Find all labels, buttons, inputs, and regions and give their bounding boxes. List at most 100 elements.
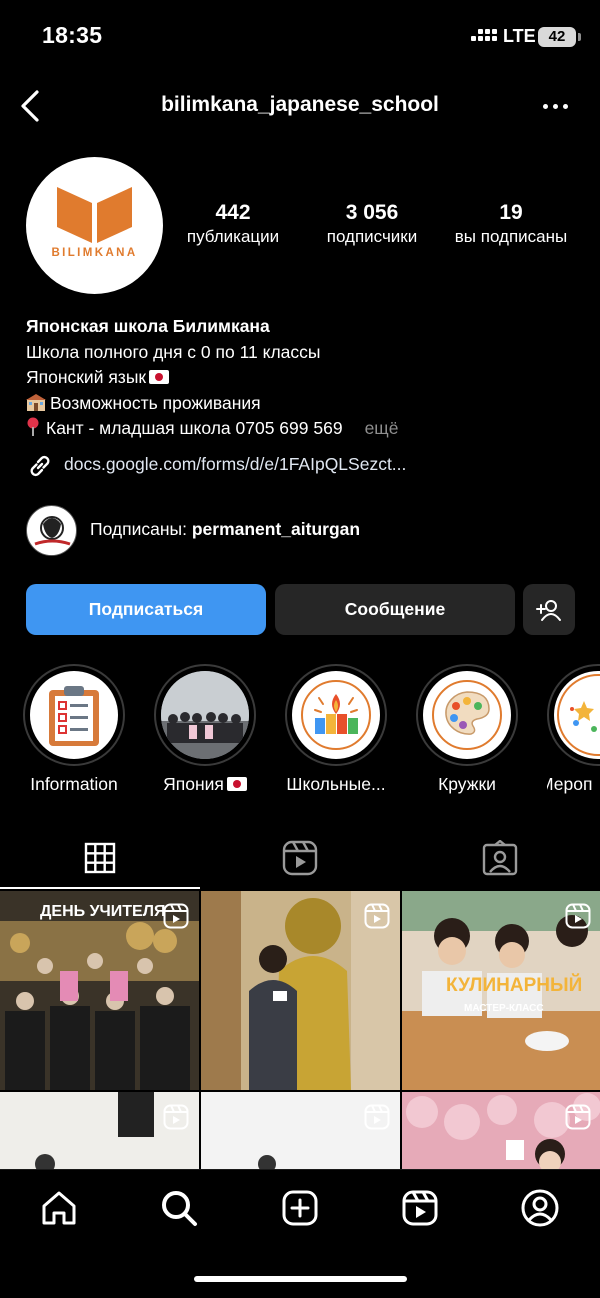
follow-button[interactable]: Подписаться bbox=[26, 584, 266, 635]
palette-icon bbox=[432, 680, 502, 750]
highlight-cover bbox=[30, 671, 118, 759]
bio-more-link[interactable]: ещё bbox=[365, 418, 399, 438]
nav-search[interactable] bbox=[149, 1186, 209, 1230]
link-text: docs.google.com/forms/d/e/1FAIpQLSezct..… bbox=[64, 454, 407, 474]
post-caption: КУЛИНАРНЫЙ bbox=[446, 975, 583, 996]
post-thumbnail[interactable]: КУЛИНАРНЫЙ МАСТЕР-КЛАСС bbox=[402, 891, 600, 1090]
celebration-icon bbox=[301, 680, 371, 750]
highlight-information[interactable]: Information bbox=[23, 664, 125, 795]
add-person-icon bbox=[536, 599, 561, 621]
highlight-cover bbox=[423, 671, 511, 759]
stat-value: 19 bbox=[499, 201, 523, 224]
highlight-label: Школьные... bbox=[286, 774, 386, 794]
posts-grid: ДЕНЬ УЧИТЕЛЯ КУЛИНАРНЫЙ МАСТЕР-КЛАСС bbox=[0, 891, 600, 1169]
stat-following[interactable]: 19 вы подписаны bbox=[447, 200, 575, 247]
bio-line: Кант - младшая школа 0705 699 569 ещё bbox=[26, 416, 586, 442]
bio-line: Японский язык bbox=[26, 365, 586, 391]
bio-line-text: Японский язык bbox=[26, 367, 147, 387]
reel-badge-icon bbox=[364, 1104, 390, 1130]
post-thumbnail[interactable] bbox=[201, 891, 400, 1090]
reels-icon bbox=[282, 840, 318, 876]
bio-line: Школа полного дня с 0 по 11 классы bbox=[26, 341, 321, 362]
status-time: 18:35 bbox=[42, 22, 103, 48]
stat-followers[interactable]: 3 056 подписчики bbox=[314, 200, 430, 247]
highlight-cover bbox=[161, 671, 249, 759]
post-thumbnail[interactable] bbox=[402, 1092, 600, 1169]
tagged-icon bbox=[482, 840, 518, 876]
highlight-ring bbox=[154, 664, 256, 766]
bio-name: Японская школа Билимкана bbox=[26, 316, 270, 336]
search-icon bbox=[162, 1191, 197, 1226]
post-thumbnail[interactable] bbox=[0, 1092, 199, 1169]
nav-profile[interactable] bbox=[510, 1186, 570, 1230]
clipboard-icon bbox=[49, 686, 99, 746]
profile-tabs bbox=[0, 827, 600, 889]
highlight-ring bbox=[416, 664, 518, 766]
japan-flag-icon bbox=[226, 777, 247, 791]
profile-avatar[interactable]: BILIMKANA bbox=[26, 157, 163, 294]
highlight-clubs[interactable]: Кружки bbox=[416, 664, 518, 795]
post-caption: ДЕНЬ УЧИТЕЛЯ bbox=[40, 903, 166, 920]
stat-value: 3 056 bbox=[345, 201, 399, 224]
bio-line-text: Кант - младшая школа 0705 699 569 bbox=[46, 418, 343, 438]
nav-reels[interactable] bbox=[390, 1186, 450, 1230]
highlight-label: Кружки bbox=[438, 774, 496, 794]
signal-icon bbox=[471, 29, 497, 47]
followed-by-text: Подписаны: permanent_aiturgan bbox=[90, 519, 360, 540]
tab-active-indicator bbox=[0, 887, 200, 889]
reel-badge-icon bbox=[565, 1104, 591, 1130]
highlight-japan[interactable]: Япония bbox=[154, 664, 256, 795]
link-icon bbox=[30, 455, 50, 477]
suggest-users-button[interactable] bbox=[523, 584, 575, 635]
home-icon bbox=[42, 1191, 76, 1225]
grid-icon bbox=[84, 842, 116, 874]
profile-bio: Японская школа Билимкана Школа полного д… bbox=[26, 314, 586, 442]
reel-badge-icon bbox=[565, 903, 591, 929]
ellipsis-icon bbox=[542, 103, 548, 109]
highlight-cover bbox=[292, 671, 380, 759]
followed-by-row[interactable]: Подписаны: permanent_aiturgan bbox=[26, 505, 586, 557]
profile-header: bilimkana_japanese_school bbox=[0, 80, 600, 132]
stat-label: публикации bbox=[186, 227, 280, 246]
tab-tagged[interactable] bbox=[400, 827, 600, 889]
network-type: LTE bbox=[503, 26, 536, 46]
home-indicator[interactable] bbox=[194, 1276, 407, 1282]
avatar-brand-text: BILIMKANA bbox=[51, 247, 138, 259]
reel-badge-icon bbox=[163, 1104, 189, 1130]
highlight-cover bbox=[554, 671, 600, 759]
highlight-label: Мероп bbox=[547, 774, 593, 794]
bio-line: Возможность проживания bbox=[26, 391, 586, 417]
nav-home[interactable] bbox=[29, 1186, 89, 1230]
more-options-button[interactable] bbox=[535, 90, 575, 122]
battery-icon: 42 bbox=[538, 27, 581, 47]
nav-create[interactable] bbox=[270, 1186, 330, 1230]
follower-avatar bbox=[26, 505, 77, 556]
tab-reels[interactable] bbox=[200, 827, 400, 889]
stat-posts[interactable]: 442 публикации bbox=[176, 200, 290, 247]
highlight-label-text: Япония bbox=[163, 774, 224, 794]
group-photo-thumbnail bbox=[161, 671, 249, 759]
post-thumbnail[interactable]: ДЕНЬ УЧИТЕЛЯ bbox=[0, 891, 199, 1090]
status-bar: 18:35 LTE 42 bbox=[0, 0, 600, 72]
follower-avatar-image bbox=[34, 516, 71, 546]
stat-label: подписчики bbox=[326, 227, 418, 246]
post-thumbnail[interactable] bbox=[201, 1092, 400, 1169]
stat-label: вы подписаны bbox=[454, 227, 568, 246]
book-logo-icon bbox=[57, 187, 132, 243]
tab-grid[interactable] bbox=[0, 827, 200, 889]
reel-badge-icon bbox=[163, 903, 189, 929]
reel-badge-icon bbox=[364, 903, 390, 929]
profile-icon bbox=[521, 1189, 559, 1227]
highlight-ring bbox=[285, 664, 387, 766]
pin-icon bbox=[27, 417, 39, 436]
stat-value: 442 bbox=[215, 201, 251, 224]
message-button[interactable]: Сообщение bbox=[275, 584, 515, 635]
highlight-school-events[interactable]: Школьные... bbox=[285, 664, 387, 795]
profile-link[interactable]: docs.google.com/forms/d/e/1FAIpQLSezct..… bbox=[26, 451, 586, 481]
school-icon bbox=[26, 393, 46, 411]
highlight-events[interactable]: Мероп bbox=[547, 664, 600, 795]
highlight-ring bbox=[547, 664, 600, 766]
post-subcaption: МАСТЕР-КЛАСС bbox=[464, 1003, 544, 1014]
highlight-ring bbox=[23, 664, 125, 766]
followed-by-user: permanent_aiturgan bbox=[191, 519, 361, 539]
